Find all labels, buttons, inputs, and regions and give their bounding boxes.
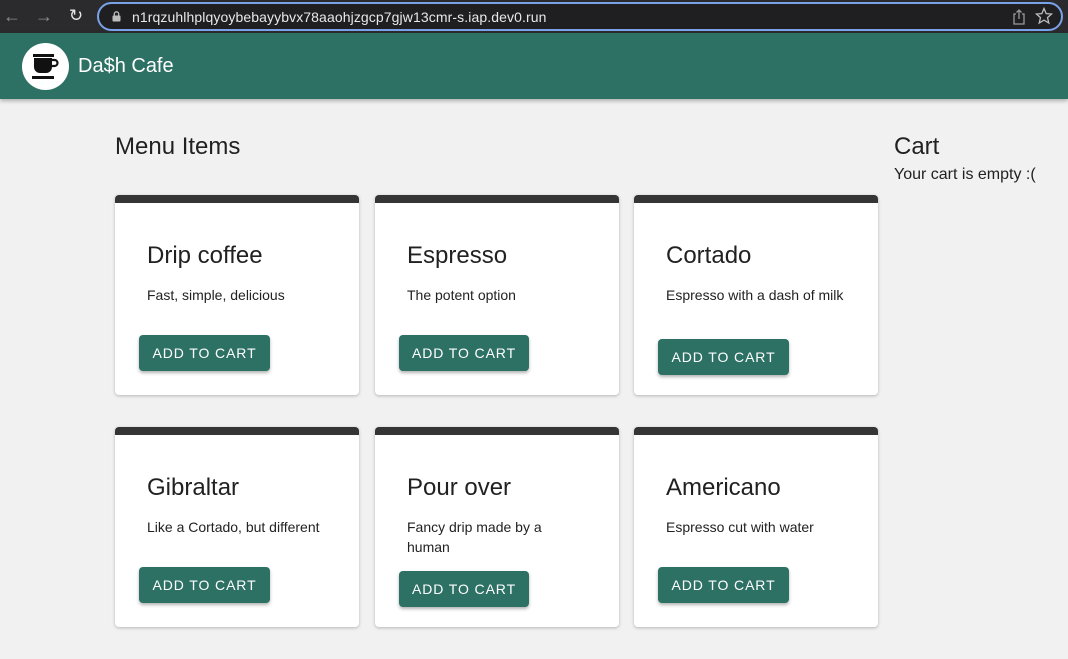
menu-item-description: The potent option: [407, 287, 516, 303]
app-header: Da$h Cafe: [0, 33, 1068, 99]
menu-item-description: Espresso with a dash of milk: [666, 287, 844, 303]
coffee-cup-icon: [32, 54, 59, 79]
add-to-cart-button[interactable]: ADD TO CART: [139, 567, 270, 603]
menu-item-name: Drip coffee: [147, 242, 263, 269]
menu-item-card: Cortado Espresso with a dash of milk ADD…: [634, 195, 878, 395]
cart-heading: Cart: [894, 133, 940, 160]
menu-item-name: Pour over: [407, 474, 512, 501]
forward-icon[interactable]: →: [34, 6, 54, 26]
add-to-cart-button[interactable]: ADD TO CART: [399, 571, 529, 607]
menu-item-card: Gibraltar Like a Cortado, but different …: [115, 427, 359, 627]
app-title: Da$h Cafe: [78, 55, 174, 77]
url-text[interactable]: n1rqzuhlhplqyoybebayybvx78aaohjzgcp7gjw1…: [132, 9, 546, 25]
menu-item-card: Drip coffee Fast, simple, delicious ADD …: [115, 195, 359, 395]
menu-item-description: Espresso cut with water: [666, 519, 814, 535]
menu-item-card: Pour over Fancy drip made by a human ADD…: [375, 427, 619, 627]
menu-item-card: Espresso The potent option ADD TO CART: [375, 195, 619, 395]
add-to-cart-button[interactable]: ADD TO CART: [658, 339, 789, 375]
add-to-cart-button[interactable]: ADD TO CART: [658, 567, 789, 603]
menu-item-card: Americano Espresso cut with water ADD TO…: [634, 427, 878, 627]
lock-icon: [112, 11, 121, 22]
add-to-cart-button[interactable]: ADD TO CART: [399, 335, 529, 371]
menu-item-description: Fast, simple, delicious: [147, 287, 285, 303]
address-bar[interactable]: n1rqzuhlhplqyoybebayybvx78aaohjzgcp7gjw1…: [97, 2, 1063, 31]
menu-item-name: Cortado: [666, 242, 752, 269]
share-icon[interactable]: [1012, 9, 1026, 25]
star-icon[interactable]: [1035, 7, 1053, 25]
add-to-cart-button[interactable]: ADD TO CART: [139, 335, 270, 371]
menu-item-description: Like a Cortado, but different: [147, 519, 320, 535]
menu-item-name: Americano: [666, 474, 781, 501]
logo: [22, 43, 69, 90]
back-icon[interactable]: ←: [2, 6, 22, 26]
browser-toolbar: ← → ↻ n1rqzuhlhplqyoybebayybvx78aaohjzgc…: [0, 0, 1068, 33]
menu-item-name: Espresso: [407, 242, 508, 269]
menu-item-description: Fancy drip made by a human: [407, 519, 542, 555]
menu-item-name: Gibraltar: [147, 474, 240, 501]
menu-heading: Menu Items: [115, 133, 241, 160]
reload-icon[interactable]: ↻: [66, 6, 86, 26]
cart-empty-message: Your cart is empty :(: [894, 166, 1036, 183]
